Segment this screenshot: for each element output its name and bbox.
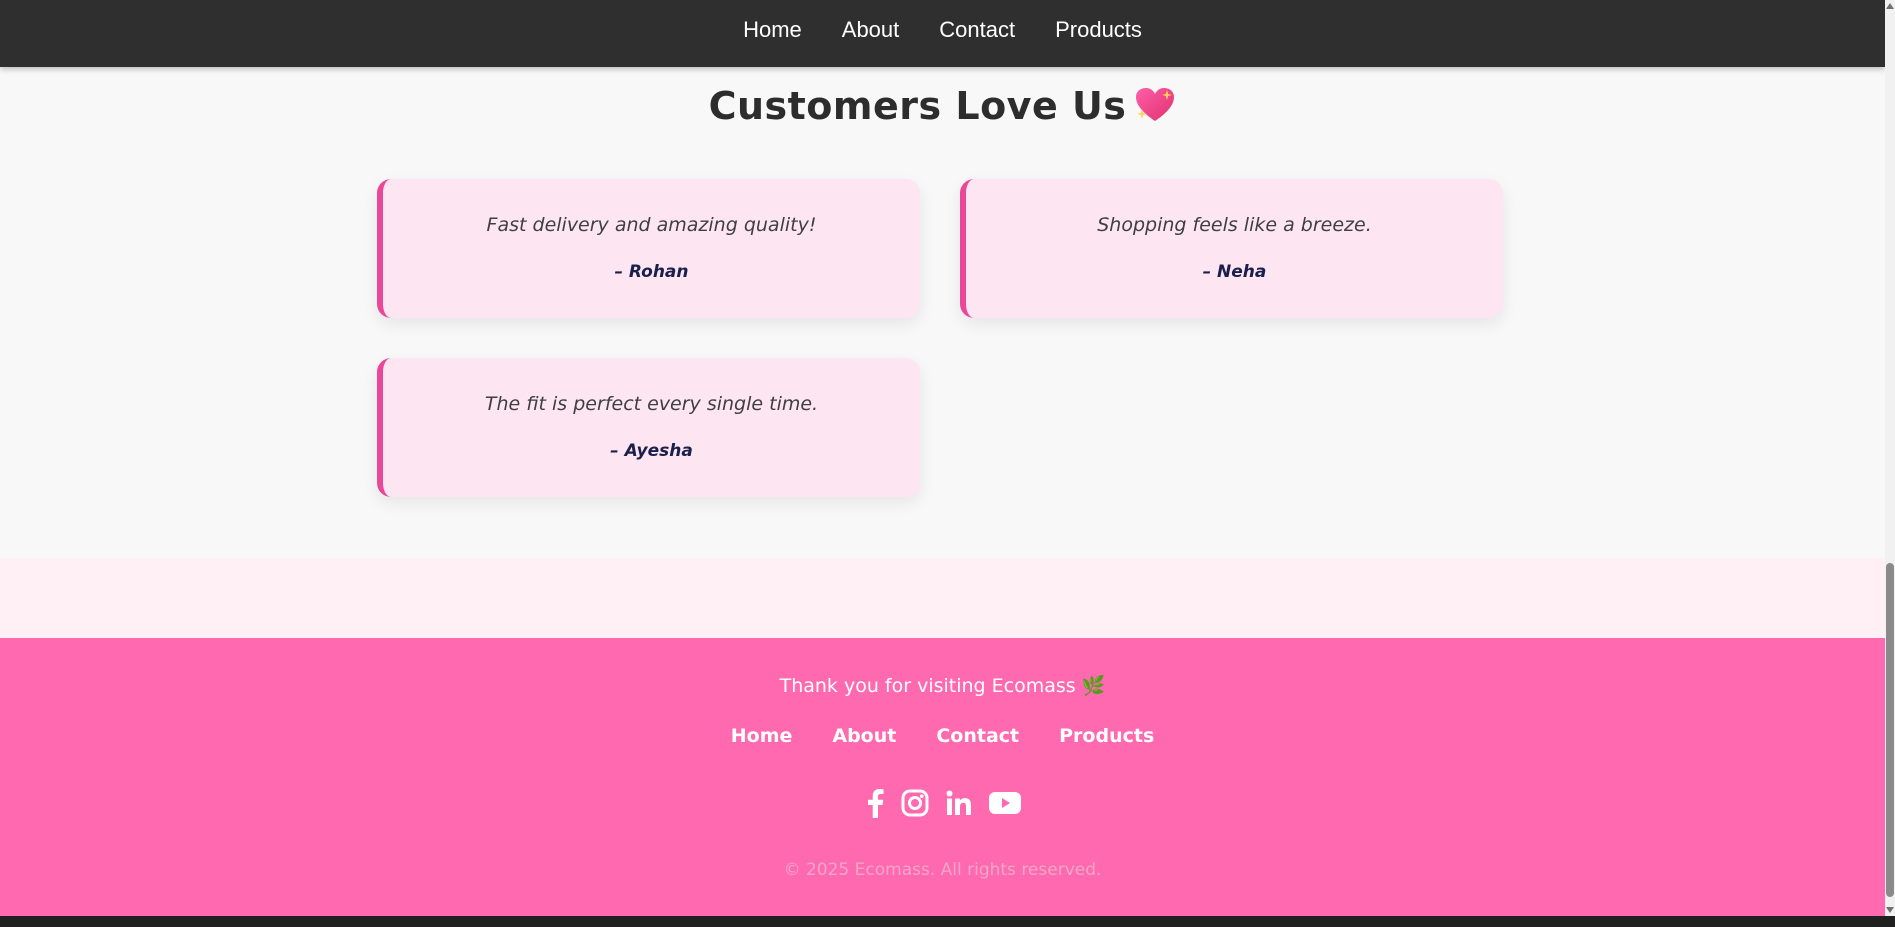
footer-link-products[interactable]: Products: [1059, 725, 1154, 747]
testimonial-card: Shopping feels like a breeze. – Neha: [960, 179, 1503, 318]
section-title: Customers Love Us: [0, 84, 1885, 128]
scrollbar-thumb[interactable]: [1886, 563, 1894, 897]
testimonial-author: – Neha: [1202, 262, 1267, 282]
page-viewport: Home About Contact Products Customers Lo…: [0, 0, 1885, 916]
copyright-text: © 2025 Ecomass. All rights reserved.: [783, 860, 1102, 880]
testimonial-card: The fit is perfect every single time. – …: [377, 358, 920, 497]
footer-nav: Home About Contact Products: [0, 725, 1885, 747]
nav-link-products[interactable]: Products: [1055, 18, 1142, 49]
vertical-scrollbar[interactable]: [1885, 0, 1895, 916]
site-footer: Thank you for visiting Ecomass 🌿 Home Ab…: [0, 638, 1885, 916]
testimonial-quote: The fit is perfect every single time.: [484, 393, 819, 415]
testimonial-card: Fast delivery and amazing quality! – Roh…: [377, 179, 920, 318]
sparkling-heart-icon: [1134, 87, 1176, 123]
section-spacer: [0, 558, 1885, 638]
nav-link-about[interactable]: About: [842, 18, 900, 49]
window-bottom-edge: [0, 916, 1895, 927]
footer-link-contact[interactable]: Contact: [936, 725, 1019, 747]
nav-link-contact[interactable]: Contact: [939, 18, 1015, 49]
scroll-up-arrow-icon[interactable]: [1885, 0, 1895, 12]
linkedin-icon[interactable]: [945, 789, 973, 821]
testimonial-author: – Ayesha: [610, 441, 693, 461]
social-links: [0, 788, 1885, 822]
testimonial-author: – Rohan: [614, 262, 689, 282]
youtube-icon[interactable]: [988, 791, 1021, 819]
top-navbar: Home About Contact Products: [0, 0, 1885, 67]
nav-link-home[interactable]: Home: [743, 18, 802, 49]
scroll-down-arrow-icon[interactable]: [1885, 904, 1895, 916]
footer-thanks-text: Thank you for visiting Ecomass 🌿: [779, 675, 1106, 697]
facebook-icon[interactable]: [865, 788, 885, 822]
section-title-text: Customers Love Us: [708, 84, 1127, 128]
testimonial-quote: Shopping feels like a breeze.: [1097, 214, 1372, 236]
testimonial-quote: Fast delivery and amazing quality!: [486, 214, 817, 236]
footer-link-home[interactable]: Home: [731, 725, 793, 747]
footer-link-about[interactable]: About: [832, 725, 896, 747]
instagram-icon[interactable]: [901, 789, 929, 821]
